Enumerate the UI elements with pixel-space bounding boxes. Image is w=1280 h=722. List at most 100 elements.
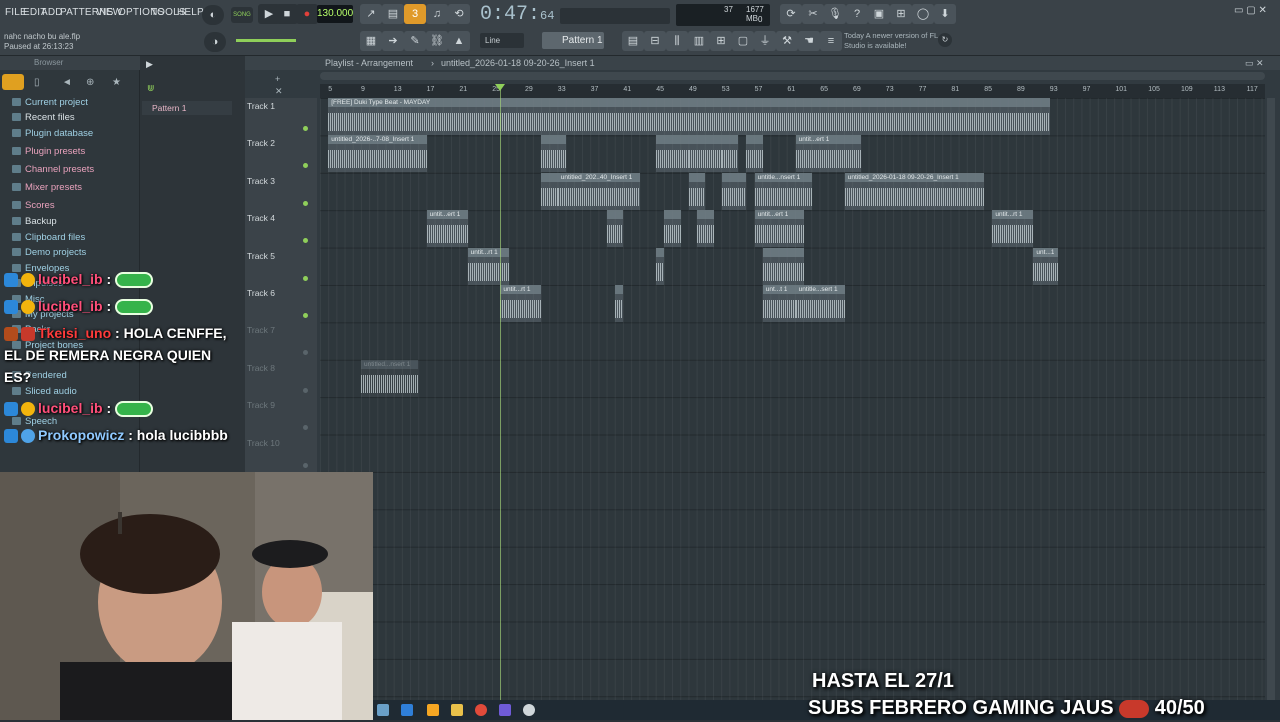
close-track-icon[interactable]: ✕	[275, 86, 285, 96]
audio-clip[interactable]: unt...1	[1033, 247, 1058, 285]
tempo-display[interactable]: 130.000	[317, 5, 353, 23]
audio-clip[interactable]	[656, 247, 665, 285]
wait-input-icon[interactable]: ▤	[382, 4, 404, 24]
track-name[interactable]: Track 1	[247, 101, 275, 111]
audio-clip[interactable]	[689, 172, 706, 210]
browser-item-plugin-database[interactable]: Plugin database	[12, 128, 93, 139]
track-name[interactable]: Track 8	[247, 363, 275, 373]
audio-clip[interactable]	[541, 172, 558, 210]
midi-icon[interactable]: ⊞	[890, 4, 912, 24]
tools-icon[interactable]: ✂	[802, 4, 824, 24]
track-name[interactable]: Track 7	[247, 325, 275, 335]
chat-icon[interactable]: ◯	[912, 4, 934, 24]
fl-studio-taskbar-icon[interactable]	[377, 704, 389, 716]
plug-icon[interactable]: ⏚	[754, 31, 776, 51]
tool-icon[interactable]: ⚒	[776, 31, 798, 51]
track-name[interactable]: Track 4	[247, 213, 275, 223]
stop-icon[interactable]: ■	[276, 4, 298, 24]
browser-item-clipboard-files[interactable]: Clipboard files	[12, 232, 85, 243]
time-display[interactable]: 0:47:64	[480, 2, 558, 28]
playhead-marker-icon[interactable]	[495, 84, 505, 91]
obs-taskbar-icon[interactable]	[523, 704, 535, 716]
add-track-icon[interactable]: +	[275, 74, 285, 84]
browser-item-scores[interactable]: Scores	[12, 200, 55, 211]
browser-item-recent-files[interactable]: Recent files	[12, 112, 75, 123]
fl-taskbar-icon[interactable]	[427, 704, 439, 716]
audio-clip[interactable]: untitled...nsert 1	[361, 359, 419, 397]
audio-clip[interactable]	[787, 247, 804, 285]
metronome-icon[interactable]: ↗	[360, 4, 382, 24]
menu-help[interactable]: HELP	[177, 7, 204, 18]
audio-clip[interactable]	[689, 135, 722, 173]
audio-clip[interactable]: untit...rt 1	[992, 210, 1034, 248]
news-icon[interactable]: ≡	[820, 31, 842, 51]
audio-clip[interactable]	[762, 247, 788, 285]
arrangement-grid[interactable]: [FREE] Duki Type Beat - MAYDAY untitled_2…	[320, 98, 1265, 720]
browser-item-demo-projects[interactable]: Demo projects	[12, 247, 86, 258]
track-mute-toggle[interactable]	[303, 275, 308, 281]
horizontal-scrollbar[interactable]	[320, 72, 1265, 80]
audio-clip[interactable]: untitle...sert 1	[795, 285, 845, 322]
track-name[interactable]: Track 3	[247, 176, 275, 186]
audio-clip[interactable]	[721, 172, 747, 210]
track-mute-toggle[interactable]	[303, 313, 308, 318]
audio-clip[interactable]	[541, 135, 566, 173]
refresh-icon[interactable]: ⟳	[780, 4, 802, 24]
loop-record-icon[interactable]: ⟲	[448, 4, 470, 24]
browser-speaker-icon[interactable]: ◄	[62, 77, 72, 88]
link-icon[interactable]: ⛓	[426, 31, 448, 51]
draw-icon[interactable]: ✎	[404, 31, 426, 51]
playlist-icon[interactable]: ▤	[622, 31, 644, 51]
mixer-icon[interactable]: ⫼	[666, 31, 688, 51]
download-icon[interactable]: ⬇	[934, 4, 956, 24]
update-icon[interactable]: ↻	[938, 33, 952, 47]
help-icon[interactable]: ?	[846, 4, 868, 24]
playlist-breadcrumb[interactable]: untitled_2026-01-18 09-20-26_Insert 1	[441, 56, 595, 70]
vertical-scrollbar[interactable]	[1267, 98, 1275, 718]
countdown-icon[interactable]: 3	[404, 4, 426, 24]
audio-clip[interactable]: untitle...nsert 1	[754, 172, 812, 210]
stamp-icon[interactable]: ▲	[448, 31, 470, 51]
playlist-window-controls[interactable]: ▭ ✕	[1245, 56, 1264, 70]
piano-icon[interactable]: ▥	[688, 31, 710, 51]
audio-clip[interactable]	[615, 285, 624, 322]
audio-clip[interactable]: untitled_2026-01-18 09-20-26_Insert 1	[844, 172, 985, 210]
mic-icon[interactable]: 🎙	[824, 4, 846, 24]
browser-files-icon[interactable]: ▯	[34, 77, 40, 88]
touch-icon[interactable]: ☚	[798, 31, 820, 51]
audio-clip[interactable]: untit...rt 1	[467, 247, 509, 285]
track-name[interactable]: Track 10	[247, 438, 280, 448]
record-icon[interactable]: ●	[296, 4, 318, 24]
audio-clip[interactable]	[664, 210, 681, 248]
snap-selector[interactable]: Line	[480, 33, 524, 48]
discord-taskbar-icon[interactable]	[499, 704, 511, 716]
audio-clip[interactable]: untit...ert 1	[795, 135, 862, 173]
track-mute-toggle[interactable]	[303, 350, 308, 356]
audio-clip[interactable]: untit...ert 1	[426, 210, 468, 248]
piano-roll-icon[interactable]: ▦	[360, 31, 382, 51]
track-mute-toggle[interactable]	[303, 238, 308, 244]
browser-icon[interactable]: ⊞	[710, 31, 732, 51]
audio-clip[interactable]	[746, 135, 763, 173]
channel-rack-icon[interactable]: ⊟	[644, 31, 666, 51]
update-notice[interactable]: Today A newer version of FL Studio is av…	[844, 31, 944, 51]
pattern-selector[interactable]: Pattern 1	[542, 32, 604, 49]
browser-item-channel-presets[interactable]: Channel presets	[12, 164, 94, 175]
track-mute-toggle[interactable]	[303, 387, 308, 393]
audio-clip[interactable]: untit...rt 1	[500, 285, 542, 322]
audio-clip[interactable]: untitled_202..40_Insert 1	[557, 172, 640, 210]
playhead[interactable]	[500, 84, 501, 720]
track-mute-toggle[interactable]	[303, 462, 308, 468]
browser-star-icon[interactable]: ★	[112, 77, 121, 88]
master-volume-knob[interactable]: ◐	[202, 5, 224, 25]
master-pitch-knob[interactable]: ◑	[204, 32, 226, 52]
folder-taskbar-icon[interactable]	[451, 704, 463, 716]
track-name[interactable]: Track 6	[247, 288, 275, 298]
track-mute-toggle[interactable]	[303, 126, 308, 131]
audio-clip[interactable]	[607, 210, 624, 248]
audio-clip[interactable]: untitled_2026-..7-08_Insert 1	[328, 135, 427, 173]
track-mute-toggle[interactable]	[303, 200, 308, 206]
browser-item-backup[interactable]: Backup	[12, 216, 57, 227]
browser-item-current-project[interactable]: Current project	[12, 97, 88, 108]
track-name[interactable]: Track 9	[247, 400, 275, 410]
